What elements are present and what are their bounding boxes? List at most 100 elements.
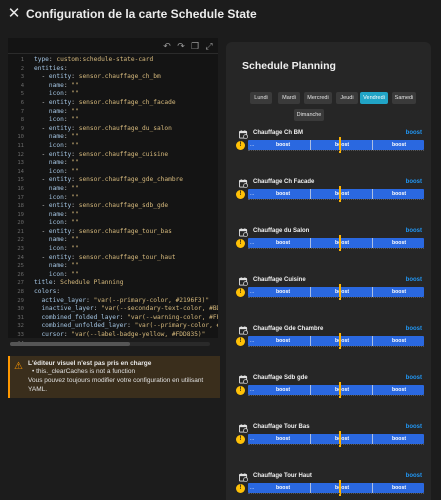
schedule-timeline[interactable]: ... boost boost boost — [248, 382, 424, 398]
schedule-timeline[interactable]: ... boost boost boost — [248, 235, 424, 251]
alert-icon: ! — [236, 435, 245, 444]
line-number: 17 — [17, 194, 24, 201]
schedule-timeline[interactable]: ... boost boost boost — [248, 137, 424, 153]
code-line: - entity: sensor.chauffage_ch_facade — [34, 98, 176, 106]
timeline-segment[interactable]: boost — [314, 190, 370, 198]
calendar-clock-icon — [239, 130, 248, 139]
line-number: 4 — [20, 82, 24, 89]
timeline-segment[interactable]: boost — [314, 337, 370, 345]
timeline-start-marker: ... — [250, 436, 255, 442]
timeline-start-marker: ... — [250, 142, 255, 148]
editor-toolbar: ↶ ↷ ❐ ⤢ — [8, 38, 218, 53]
timeline-segment[interactable]: boost — [258, 288, 308, 296]
timeline-segment[interactable]: boost — [314, 239, 370, 247]
segment-divider — [310, 287, 311, 297]
day-tab-mardi[interactable]: Mardi — [278, 92, 300, 104]
timeline-segment[interactable]: boost — [314, 435, 370, 443]
fullscreen-icon[interactable]: ⤢ — [204, 41, 214, 51]
day-tab-dimanche[interactable]: Dimanche — [294, 109, 324, 121]
timeline-segment[interactable]: boost — [376, 239, 422, 247]
timeline-segment[interactable]: boost — [258, 337, 308, 345]
line-number: 27 — [17, 280, 24, 287]
code-line: name: "" — [48, 159, 79, 167]
code-line: name: "" — [48, 133, 79, 141]
calendar-clock-icon — [239, 228, 248, 237]
line-number: 29 — [17, 297, 24, 304]
alert-icon: ! — [236, 484, 245, 493]
scrollbar-thumb[interactable] — [10, 342, 130, 346]
sensor-name: Chauffage Tour Bas — [253, 424, 310, 430]
timeline-segment[interactable]: boost — [314, 386, 370, 394]
timeline-start-marker: ... — [250, 191, 255, 197]
day-tab-mercredi[interactable]: Mercredi — [304, 92, 332, 104]
sensor-row[interactable]: Chauffage Gde Chambre boost!... boost boost… — [234, 324, 424, 360]
line-number: 7 — [20, 108, 24, 115]
line-number: 11 — [17, 142, 24, 149]
line-number: 25 — [17, 263, 24, 270]
timeline-ticks — [248, 346, 424, 350]
timeline-segment[interactable]: boost — [258, 484, 308, 492]
line-number: 26 — [17, 271, 24, 278]
line-number: 24 — [17, 254, 24, 261]
timeline-segment[interactable]: boost — [376, 435, 422, 443]
day-tab-samedi[interactable]: Samedi — [392, 92, 416, 104]
timeline-segment[interactable]: boost — [258, 190, 308, 198]
alert-icon: ! — [236, 239, 245, 248]
timeline-segment[interactable]: boost — [314, 288, 370, 296]
line-number: 9 — [20, 125, 24, 132]
code-line: name: "" — [48, 184, 79, 192]
warning-title: L'éditeur visuel n'est pas pris en charg… — [28, 360, 152, 367]
schedule-timeline[interactable]: ... boost boost boost — [248, 431, 424, 447]
timeline-start-marker: ... — [250, 387, 255, 393]
timeline-segment[interactable]: boost — [376, 141, 422, 149]
sensor-state: boost — [405, 326, 422, 332]
day-tab-jeudi[interactable]: Jeudi — [336, 92, 358, 104]
code-line: entities: — [34, 64, 68, 72]
timeline-segment[interactable]: boost — [314, 141, 370, 149]
sensor-row[interactable]: Chauffage Sdb gde boost!... boost boost boos… — [234, 373, 424, 409]
segment-divider — [372, 238, 373, 248]
sensor-row[interactable]: Chauffage Ch BM boost!... boost boost boost — [234, 128, 424, 164]
schedule-timeline[interactable]: ... boost boost boost — [248, 284, 424, 300]
line-number: 33 — [17, 332, 24, 338]
timeline-ticks — [248, 248, 424, 252]
sensor-row[interactable]: Chauffage Ch Facade boost!... boost boost bo… — [234, 177, 424, 213]
sensor-row[interactable]: Chauffage du Salon boost!... boost boost boo… — [234, 226, 424, 262]
sensor-row[interactable]: Chauffage Tour Bas boost!... boost boost boo… — [234, 422, 424, 458]
sensor-row[interactable]: Chauffage Cuisine boost!... boost boost boos… — [234, 275, 424, 311]
undo-icon[interactable]: ↶ — [162, 41, 172, 51]
editor-scrollbar[interactable] — [10, 342, 210, 346]
line-number: 3 — [20, 74, 24, 81]
line-number: 20 — [17, 220, 24, 227]
segment-divider — [372, 336, 373, 346]
code-line: icon: "" — [48, 141, 79, 149]
copy-icon[interactable]: ❐ — [190, 41, 200, 51]
code-line: name: "" — [48, 236, 79, 244]
timeline-ticks — [248, 199, 424, 203]
timeline-segment[interactable]: boost — [376, 386, 422, 394]
timeline-ticks — [248, 395, 424, 399]
redo-icon[interactable]: ↷ — [176, 41, 186, 51]
timeline-segment[interactable]: boost — [258, 239, 308, 247]
timeline-segment[interactable]: boost — [258, 435, 308, 443]
timeline-segment[interactable]: boost — [376, 190, 422, 198]
code-line: combined_unfolded_layer: "var(--primary-… — [41, 322, 218, 330]
timeline-segment[interactable]: boost — [258, 386, 308, 394]
code-line: - entity: sensor.chauffage_cuisine — [34, 150, 169, 158]
timeline-segment[interactable]: boost — [376, 484, 422, 492]
schedule-timeline[interactable]: ... boost boost boost — [248, 333, 424, 349]
line-number: 19 — [17, 211, 24, 218]
timeline-segment[interactable]: boost — [258, 141, 308, 149]
alert-icon: ! — [236, 190, 245, 199]
sensor-row[interactable]: Chauffage Tour Haut boost!... boost boost bo… — [234, 471, 424, 500]
yaml-editor[interactable]: ↶ ↷ ❐ ⤢ 1 2 3 4 5 6 7 8 9 10 11 12 13 14 15 16 17 18 19 20 2… — [8, 38, 218, 347]
timeline-segment[interactable]: boost — [376, 288, 422, 296]
day-tab-vendredi[interactable]: Vendredi — [360, 92, 388, 104]
schedule-timeline[interactable]: ... boost boost boost — [248, 186, 424, 202]
close-icon[interactable]: ✕ — [6, 6, 22, 22]
schedule-timeline[interactable]: ... boost boost boost — [248, 480, 424, 496]
timeline-segment[interactable]: boost — [376, 337, 422, 345]
code-area[interactable]: type: custom:schedule-state-card entities… — [34, 56, 218, 338]
day-tab-lundi[interactable]: Lundi — [250, 92, 272, 104]
timeline-segment[interactable]: boost — [314, 484, 370, 492]
